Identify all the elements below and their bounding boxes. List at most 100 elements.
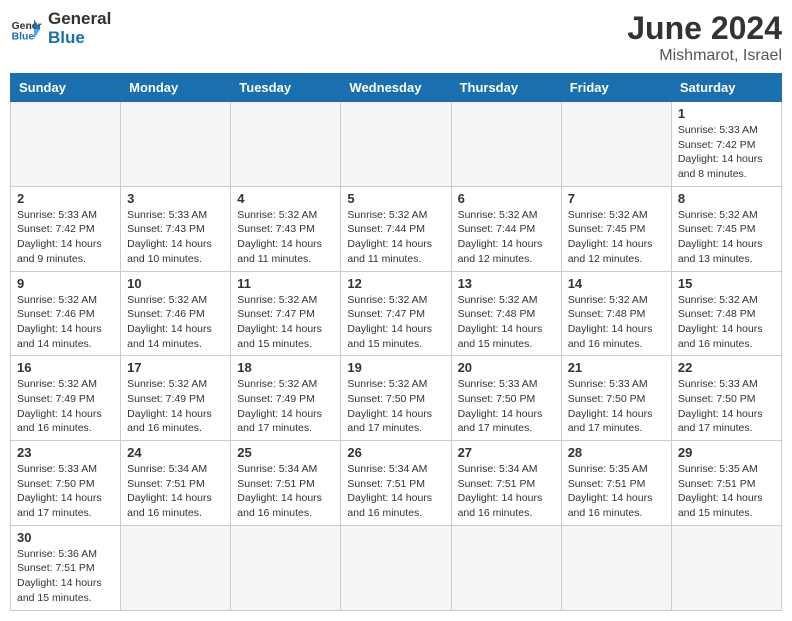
calendar-table: SundayMondayTuesdayWednesdayThursdayFrid… (10, 73, 782, 611)
weekday-header-tuesday: Tuesday (231, 74, 341, 102)
calendar-cell: 3Sunrise: 5:33 AM Sunset: 7:43 PM Daylig… (121, 186, 231, 271)
day-number: 26 (347, 445, 444, 460)
day-info: Sunrise: 5:32 AM Sunset: 7:48 PM Dayligh… (678, 293, 775, 352)
calendar-cell: 20 Sunrise: 5:33 AM Sunset: 7:50 PM Dayli… (451, 356, 561, 441)
calendar-cell: 11 Sunrise: 5:32 AM Sunset: 7:47 PM Dayli… (231, 271, 341, 356)
day-number: 11 (237, 276, 334, 291)
day-number: 18 (237, 360, 334, 375)
day-number: 1 (678, 106, 775, 121)
calendar-cell: 1 Sunrise: 5:33 AM Sunset: 7:42 PM Daylig… (671, 102, 781, 187)
weekday-header-sunday: Sunday (11, 74, 121, 102)
day-number: 4 (237, 191, 334, 206)
day-number: 17 (127, 360, 224, 375)
logo-icon: General Blue (10, 13, 42, 45)
calendar-cell (561, 102, 671, 187)
calendar-cell: 17 Sunrise: 5:32 AM Sunset: 7:49 PM Dayli… (121, 356, 231, 441)
calendar-cell: 24 Sunrise: 5:34 AM Sunset: 7:51 PM Dayli… (121, 441, 231, 526)
calendar-cell (231, 102, 341, 187)
calendar-cell: 12Sunrise: 5:32 AM Sunset: 7:47 PM Dayli… (341, 271, 451, 356)
day-number: 24 (127, 445, 224, 460)
day-number: 21 (568, 360, 665, 375)
day-info: Sunrise: 5:32 AM Sunset: 7:49 PM Dayligh… (237, 377, 334, 436)
day-info: Sunrise: 5:33 AM Sunset: 7:50 PM Dayligh… (17, 462, 114, 521)
day-info: Sunrise: 5:33 AM Sunset: 7:50 PM Dayligh… (458, 377, 555, 436)
week-row-3: 9 Sunrise: 5:32 AM Sunset: 7:46 PM Daylig… (11, 271, 782, 356)
day-info: Sunrise: 5:32 AM Sunset: 7:47 PM Dayligh… (237, 293, 334, 352)
calendar-cell: 4 Sunrise: 5:32 AM Sunset: 7:43 PM Daylig… (231, 186, 341, 271)
calendar-cell: 13 Sunrise: 5:32 AM Sunset: 7:48 PM Dayli… (451, 271, 561, 356)
day-info: Sunrise: 5:33 AM Sunset: 7:42 PM Dayligh… (17, 208, 114, 267)
day-info: Sunrise: 5:32 AM Sunset: 7:44 PM Dayligh… (347, 208, 444, 267)
day-number: 25 (237, 445, 334, 460)
calendar-cell (121, 102, 231, 187)
calendar-cell (451, 525, 561, 610)
calendar-cell (451, 102, 561, 187)
calendar-cell (671, 525, 781, 610)
day-number: 2 (17, 191, 114, 206)
day-number: 16 (17, 360, 114, 375)
week-row-1: 1 Sunrise: 5:33 AM Sunset: 7:42 PM Daylig… (11, 102, 782, 187)
calendar-cell: 27 Sunrise: 5:34 AM Sunset: 7:51 PM Dayli… (451, 441, 561, 526)
day-info: Sunrise: 5:32 AM Sunset: 7:48 PM Dayligh… (458, 293, 555, 352)
calendar-cell (11, 102, 121, 187)
day-info: Sunrise: 5:33 AM Sunset: 7:50 PM Dayligh… (678, 377, 775, 436)
week-row-2: 2 Sunrise: 5:33 AM Sunset: 7:42 PM Daylig… (11, 186, 782, 271)
calendar-cell: 9 Sunrise: 5:32 AM Sunset: 7:46 PM Daylig… (11, 271, 121, 356)
day-info: Sunrise: 5:35 AM Sunset: 7:51 PM Dayligh… (568, 462, 665, 521)
week-row-5: 23 Sunrise: 5:33 AM Sunset: 7:50 PM Dayli… (11, 441, 782, 526)
calendar-cell: 18 Sunrise: 5:32 AM Sunset: 7:49 PM Dayli… (231, 356, 341, 441)
day-info: Sunrise: 5:34 AM Sunset: 7:51 PM Dayligh… (347, 462, 444, 521)
calendar-cell: 23 Sunrise: 5:33 AM Sunset: 7:50 PM Dayli… (11, 441, 121, 526)
calendar-cell: 21 Sunrise: 5:33 AM Sunset: 7:50 PM Dayli… (561, 356, 671, 441)
location-title: Mishmarot, Israel (627, 47, 782, 65)
day-number: 22 (678, 360, 775, 375)
logo: General Blue General Blue (10, 10, 111, 47)
calendar-cell (341, 525, 451, 610)
calendar-cell: 8 Sunrise: 5:32 AM Sunset: 7:45 PM Daylig… (671, 186, 781, 271)
day-info: Sunrise: 5:33 AM Sunset: 7:42 PM Dayligh… (678, 123, 775, 182)
day-info: Sunrise: 5:32 AM Sunset: 7:45 PM Dayligh… (568, 208, 665, 267)
day-info: Sunrise: 5:32 AM Sunset: 7:46 PM Dayligh… (127, 293, 224, 352)
calendar-cell: 2 Sunrise: 5:33 AM Sunset: 7:42 PM Daylig… (11, 186, 121, 271)
day-number: 8 (678, 191, 775, 206)
day-info: Sunrise: 5:32 AM Sunset: 7:44 PM Dayligh… (458, 208, 555, 267)
weekday-header-thursday: Thursday (451, 74, 561, 102)
day-info: Sunrise: 5:32 AM Sunset: 7:47 PM Dayligh… (347, 293, 444, 352)
day-number: 9 (17, 276, 114, 291)
day-number: 19 (347, 360, 444, 375)
calendar-cell: 25Sunrise: 5:34 AM Sunset: 7:51 PM Dayli… (231, 441, 341, 526)
day-number: 6 (458, 191, 555, 206)
page-header: General Blue General Blue June 2024 Mish… (10, 10, 782, 65)
day-number: 10 (127, 276, 224, 291)
calendar-cell (231, 525, 341, 610)
day-info: Sunrise: 5:32 AM Sunset: 7:45 PM Dayligh… (678, 208, 775, 267)
day-number: 15 (678, 276, 775, 291)
day-info: Sunrise: 5:32 AM Sunset: 7:43 PM Dayligh… (237, 208, 334, 267)
calendar-cell: 5 Sunrise: 5:32 AM Sunset: 7:44 PM Daylig… (341, 186, 451, 271)
day-info: Sunrise: 5:32 AM Sunset: 7:48 PM Dayligh… (568, 293, 665, 352)
logo-blue-text: Blue (48, 29, 111, 48)
day-info: Sunrise: 5:35 AM Sunset: 7:51 PM Dayligh… (678, 462, 775, 521)
day-info: Sunrise: 5:33 AM Sunset: 7:50 PM Dayligh… (568, 377, 665, 436)
calendar-cell: 15 Sunrise: 5:32 AM Sunset: 7:48 PM Dayli… (671, 271, 781, 356)
day-number: 27 (458, 445, 555, 460)
day-number: 23 (17, 445, 114, 460)
calendar-cell: 14Sunrise: 5:32 AM Sunset: 7:48 PM Dayli… (561, 271, 671, 356)
calendar-cell: 6 Sunrise: 5:32 AM Sunset: 7:44 PM Daylig… (451, 186, 561, 271)
day-info: Sunrise: 5:34 AM Sunset: 7:51 PM Dayligh… (127, 462, 224, 521)
day-info: Sunrise: 5:34 AM Sunset: 7:51 PM Dayligh… (458, 462, 555, 521)
weekday-header-row: SundayMondayTuesdayWednesdayThursdayFrid… (11, 74, 782, 102)
calendar-cell (121, 525, 231, 610)
day-info: Sunrise: 5:32 AM Sunset: 7:49 PM Dayligh… (127, 377, 224, 436)
day-number: 29 (678, 445, 775, 460)
day-number: 20 (458, 360, 555, 375)
day-number: 5 (347, 191, 444, 206)
month-year-title: June 2024 (627, 10, 782, 47)
calendar-cell: 19Sunrise: 5:32 AM Sunset: 7:50 PM Dayli… (341, 356, 451, 441)
calendar-cell: 22 Sunrise: 5:33 AM Sunset: 7:50 PM Dayli… (671, 356, 781, 441)
day-number: 13 (458, 276, 555, 291)
day-info: Sunrise: 5:32 AM Sunset: 7:46 PM Dayligh… (17, 293, 114, 352)
calendar-cell: 10 Sunrise: 5:32 AM Sunset: 7:46 PM Dayli… (121, 271, 231, 356)
calendar-cell (561, 525, 671, 610)
weekday-header-friday: Friday (561, 74, 671, 102)
